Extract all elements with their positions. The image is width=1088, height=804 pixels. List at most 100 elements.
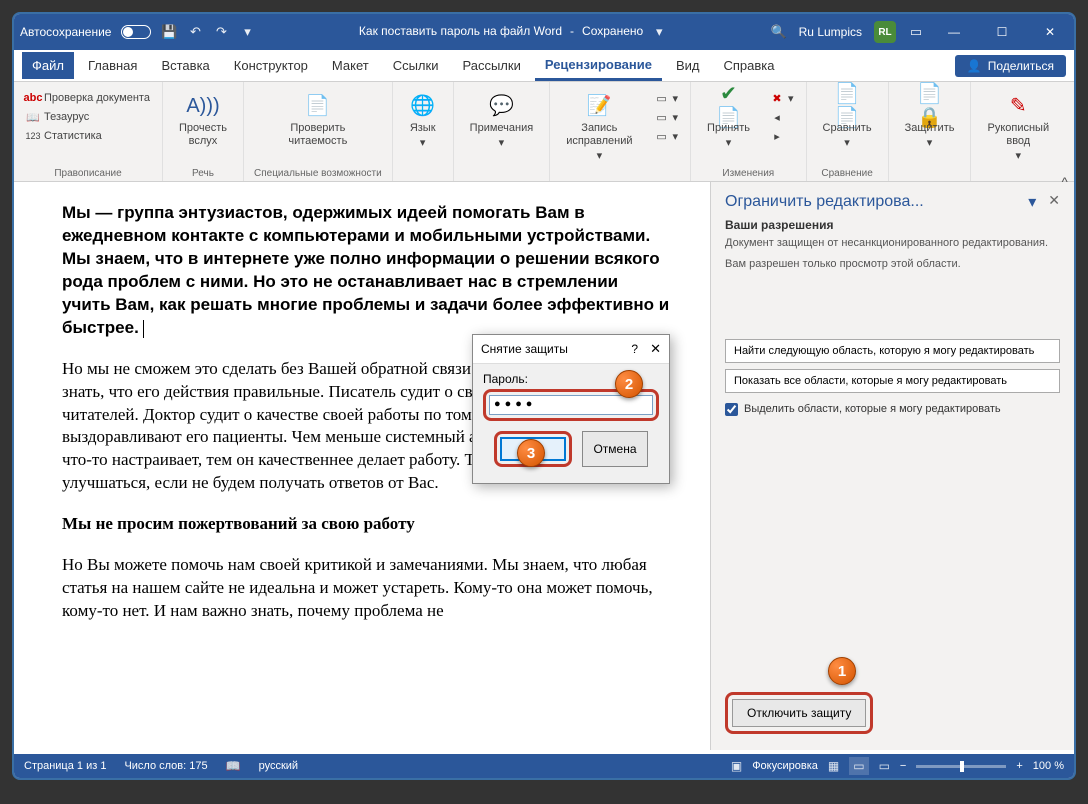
show-all-regions-button[interactable]: Показать все области, которые я могу ред… <box>725 369 1060 393</box>
share-icon: 👤 <box>967 59 982 73</box>
cancel-button[interactable]: Отмена <box>582 431 648 467</box>
highlight-regions-checkbox[interactable]: Выделить области, которые я могу редакти… <box>725 403 1060 416</box>
accept[interactable]: ✔📄Принять▾ <box>701 90 756 152</box>
status-bar: Страница 1 из 1 Число слов: 175 📖 русски… <box>14 754 1074 778</box>
save-icon[interactable]: 💾 <box>161 24 177 40</box>
track-changes[interactable]: 📝Запись исправлений▾ <box>560 90 638 166</box>
accessibility-icon: 📄 <box>304 92 332 120</box>
dropdown-icon: ▾ <box>927 137 933 150</box>
page-count[interactable]: Страница 1 из 1 <box>24 760 106 772</box>
dialog-close-icon[interactable]: ✕ <box>650 341 661 357</box>
speaker-icon: A))) <box>189 92 217 120</box>
checkbox[interactable] <box>725 403 738 416</box>
compare[interactable]: 📄📄Сравнить▾ <box>817 90 878 152</box>
doc-icon: ▭ <box>655 110 669 124</box>
menu-layout[interactable]: Макет <box>322 52 379 79</box>
dropdown-icon: ▾ <box>420 137 426 150</box>
read-aloud[interactable]: A)))Прочесть вслух <box>173 90 233 150</box>
compare-icon: 📄📄 <box>833 92 861 120</box>
check-accessibility[interactable]: 📄Проверить читаемость <box>282 90 353 150</box>
autosave-label: Автосохранение <box>20 25 111 39</box>
menu-design[interactable]: Конструктор <box>224 52 318 79</box>
pen-icon: ✎ <box>1004 92 1032 120</box>
menu-view[interactable]: Вид <box>666 52 710 79</box>
statistics[interactable]: 123Статистика <box>24 128 152 144</box>
menu-references[interactable]: Ссылки <box>383 52 449 79</box>
maximize-button[interactable]: ☐ <box>984 18 1020 46</box>
zoom-out[interactable]: − <box>900 760 906 772</box>
word-count[interactable]: Число слов: 175 <box>124 760 207 772</box>
unprotect-dialog: Снятие защиты ? ✕ Пароль: ОК Отмена <box>472 334 670 484</box>
comment-icon: 💬 <box>487 92 515 120</box>
show-markup[interactable]: ▭▾ <box>653 109 681 125</box>
print-layout-icon[interactable]: ▭ <box>849 757 868 775</box>
dropdown-icon[interactable]: ▾ <box>651 24 667 40</box>
language[interactable]: 🌐Язык▾ <box>403 90 443 152</box>
focus-mode[interactable]: Фокусировка <box>752 760 818 772</box>
menu-file[interactable]: Файл <box>22 52 74 79</box>
reject[interactable]: ✖▾ <box>768 90 796 106</box>
pane-close-icon[interactable]: ✕ <box>1048 192 1060 212</box>
menu-home[interactable]: Главная <box>78 52 147 79</box>
prev-icon: ◂ <box>770 110 784 124</box>
thesaurus[interactable]: 📖Тезаурус <box>24 109 152 125</box>
comments[interactable]: 💬Примечания▾ <box>464 90 540 152</box>
reject-icon: ✖ <box>770 91 784 105</box>
read-mode-icon[interactable]: ▦ <box>828 759 839 773</box>
find-next-region-button[interactable]: Найти следующую область, которую я могу … <box>725 339 1060 363</box>
paragraph: Мы — группа энтузиастов, одержимых идеей… <box>62 202 670 340</box>
password-input[interactable] <box>489 395 653 415</box>
check-icon: ✔📄 <box>715 92 743 120</box>
close-button[interactable]: ✕ <box>1032 18 1068 46</box>
share-button[interactable]: 👤Поделиться <box>955 55 1066 77</box>
pane-text: Вам разрешен только просмотр этой област… <box>725 257 1060 272</box>
dropdown-icon: ▾ <box>726 137 732 150</box>
search-icon[interactable]: 🔍 <box>771 24 787 40</box>
stats-icon: 123 <box>26 129 40 143</box>
pane-menu-icon[interactable]: ▾ <box>1028 192 1036 212</box>
menu-help[interactable]: Справка <box>714 52 785 79</box>
spell-icon[interactable]: 📖 <box>226 759 241 773</box>
minimize-button[interactable]: — <box>936 18 972 46</box>
callout-1: 1 <box>828 657 856 685</box>
language[interactable]: русский <box>259 760 298 772</box>
prev-change[interactable]: ◂ <box>768 109 796 125</box>
pane-title: Ограничить редактирова... <box>725 193 924 211</box>
next-change[interactable]: ▸ <box>768 128 796 144</box>
restrict-editing-pane: Ограничить редактирова... ▾ ✕ Ваши разреш… <box>710 182 1074 750</box>
display-mode[interactable]: ▭▾ <box>653 90 681 106</box>
focus-icon[interactable]: ▣ <box>731 759 742 773</box>
dropdown-icon: ▾ <box>597 150 603 163</box>
ribbon-options-icon[interactable]: ▭ <box>908 24 924 40</box>
book-icon: 📖 <box>26 110 40 124</box>
protect[interactable]: 📄🔒Защитить▾ <box>899 90 961 152</box>
zoom-slider[interactable] <box>916 765 1006 768</box>
zoom-in[interactable]: + <box>1016 760 1022 772</box>
menu-insert[interactable]: Вставка <box>151 52 219 79</box>
check-document[interactable]: abcПроверка документа <box>24 90 152 106</box>
disable-protection-button[interactable]: Отключить защиту <box>732 699 866 727</box>
pane-subtitle: Ваши разрешения <box>725 218 1060 232</box>
avatar[interactable]: RL <box>874 21 896 43</box>
reviewing-pane[interactable]: ▭▾ <box>653 128 681 144</box>
help-icon[interactable]: ? <box>631 342 638 356</box>
abc-icon: abc <box>26 91 40 105</box>
menu-mailings[interactable]: Рассылки <box>452 52 530 79</box>
menu-review[interactable]: Рецензирование <box>535 51 662 81</box>
doc-icon: ▭ <box>655 91 669 105</box>
pane-text: Документ защищен от несанкционированного… <box>725 236 1060 251</box>
dropdown-icon: ▾ <box>1016 150 1022 163</box>
autosave-toggle[interactable] <box>121 25 151 39</box>
web-layout-icon[interactable]: ▭ <box>879 759 890 773</box>
user-name: Ru Lumpics <box>799 25 862 39</box>
title-bar: Автосохранение 💾 ↶ ↷ ▾ Как поставить пар… <box>14 14 1074 50</box>
qat-more-icon[interactable]: ▾ <box>239 24 255 40</box>
zoom-level[interactable]: 100 % <box>1033 760 1064 772</box>
next-icon: ▸ <box>770 129 784 143</box>
globe-icon: 🌐 <box>409 92 437 120</box>
ribbon: abcПроверка документа 📖Тезаурус 123Стати… <box>14 82 1074 182</box>
undo-icon[interactable]: ↶ <box>187 24 203 40</box>
ink[interactable]: ✎Рукописный ввод▾ <box>981 90 1055 166</box>
document-title: Как поставить пароль на файл Word <box>359 24 562 40</box>
redo-icon[interactable]: ↷ <box>213 24 229 40</box>
